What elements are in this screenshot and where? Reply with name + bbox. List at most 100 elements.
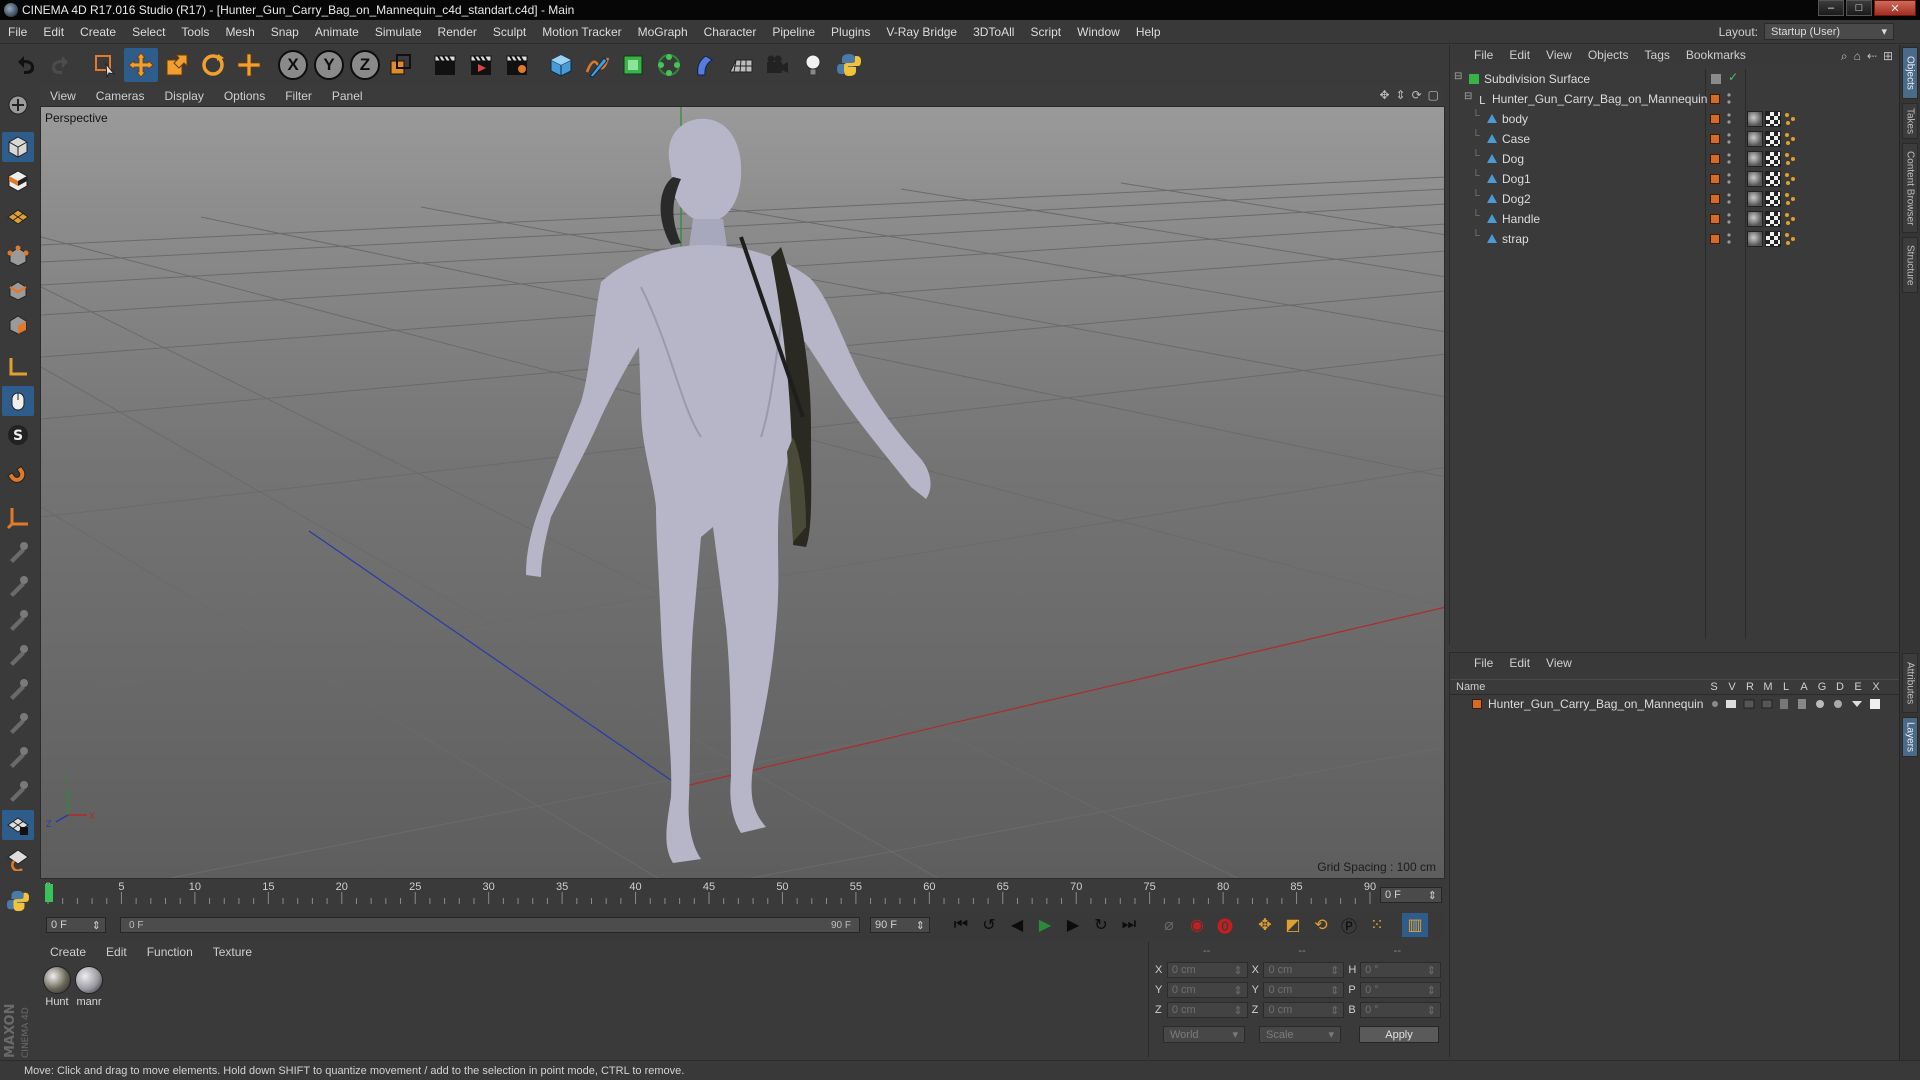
rotation-b-field[interactable]: 0 ° ⇕: [1360, 1002, 1442, 1018]
menu-render[interactable]: Render: [430, 25, 485, 39]
texture-mode-button[interactable]: [2, 166, 34, 196]
search-icon[interactable]: ⌕: [1841, 49, 1848, 64]
close-button[interactable]: ✕: [1874, 0, 1916, 16]
object-row-body[interactable]: └ body: [1450, 109, 1900, 129]
layer-color-swatch[interactable]: [1472, 699, 1482, 709]
column-header-xref[interactable]: X: [1867, 681, 1885, 693]
selection-tag-icon[interactable]: [1783, 111, 1799, 127]
collapse-icon[interactable]: ⊟: [1464, 91, 1472, 102]
enable-axis-button[interactable]: [2, 503, 34, 533]
material-menu-create[interactable]: Create: [40, 945, 96, 959]
viewport-pan-icon[interactable]: ✥: [1379, 88, 1389, 102]
material-tag-icon[interactable]: [1747, 111, 1763, 127]
texture-tag-icon[interactable]: [1765, 151, 1781, 167]
rotate-tool-button[interactable]: [196, 48, 230, 82]
menu-mesh[interactable]: Mesh: [217, 25, 262, 39]
sculpt-tool-1-button[interactable]: [2, 537, 34, 567]
menu-3dtoall[interactable]: 3DToAll: [965, 25, 1022, 39]
previous-frame-button[interactable]: ◀: [1004, 913, 1030, 937]
make-editable-button[interactable]: [2, 90, 34, 120]
visibility-dots-icon[interactable]: [1727, 92, 1731, 106]
subdivision-surface-button[interactable]: [616, 48, 650, 82]
timeline-window-button[interactable]: ▥: [1402, 913, 1428, 937]
render-view-button[interactable]: [428, 48, 462, 82]
object-row-dog1[interactable]: └ Dog1: [1450, 169, 1900, 189]
enable-snap-button[interactable]: [2, 461, 34, 491]
texture-tag-icon[interactable]: [1765, 231, 1781, 247]
perspective-viewport[interactable]: Perspective Y Z X Grid Spacing : 100 cm: [40, 106, 1445, 879]
bend-deformer-button[interactable]: [688, 48, 722, 82]
layer-row[interactable]: Hunter_Gun_Carry_Bag_on_Mannequin: [1450, 695, 1899, 713]
sculpt-mask-button[interactable]: [2, 844, 34, 874]
material-menu-edit[interactable]: Edit: [96, 945, 137, 959]
next-key-button[interactable]: ↻: [1088, 913, 1114, 937]
object-row-strap[interactable]: └ strap: [1450, 229, 1900, 249]
viewport-menu-view[interactable]: View: [40, 89, 86, 103]
array-button[interactable]: [652, 48, 686, 82]
material-tag-icon[interactable]: [1747, 191, 1763, 207]
position-z-field[interactable]: 0 cm ⇕: [1166, 1002, 1248, 1018]
column-header-render[interactable]: R: [1741, 681, 1759, 693]
menu-select[interactable]: Select: [124, 25, 173, 39]
menu-motion-tracker[interactable]: Motion Tracker: [534, 25, 629, 39]
apply-button[interactable]: Apply: [1359, 1026, 1439, 1043]
visibility-dots-icon[interactable]: [1727, 112, 1731, 126]
size-y-field[interactable]: 0 cm ⇕: [1263, 982, 1345, 998]
camera-button[interactable]: [760, 48, 794, 82]
tweak-mode-button[interactable]: [2, 385, 34, 416]
next-frame-button[interactable]: ▶: [1060, 913, 1086, 937]
column-header-expressions[interactable]: E: [1849, 681, 1867, 693]
viewport-menu-panel[interactable]: Panel: [322, 89, 373, 103]
sculpt-tool-4-button[interactable]: [2, 640, 34, 670]
viewport-rotate-icon[interactable]: ⟳: [1412, 88, 1422, 102]
menu-file[interactable]: File: [0, 25, 35, 39]
tab-structure[interactable]: Structure: [1902, 237, 1918, 293]
visibility-dots-icon[interactable]: [1727, 172, 1731, 186]
sculpt-tool-7-button[interactable]: [2, 742, 34, 772]
selection-tag-icon[interactable]: [1783, 131, 1799, 147]
visibility-dots-icon[interactable]: [1727, 152, 1731, 166]
tab-content-browser[interactable]: Content Browser: [1902, 143, 1918, 233]
objects-menu-objects[interactable]: Objects: [1580, 48, 1637, 62]
python-button[interactable]: [832, 48, 866, 82]
menu-sculpt[interactable]: Sculpt: [485, 25, 534, 39]
polygons-mode-button[interactable]: [2, 310, 34, 340]
objects-menu-edit[interactable]: Edit: [1501, 48, 1538, 62]
layer-color-swatch[interactable]: [1710, 134, 1720, 144]
autokey-button[interactable]: ◉: [1184, 913, 1210, 937]
object-row-subdivision-surface[interactable]: ⊟ Subdivision Surface ✓: [1450, 69, 1900, 89]
minimize-button[interactable]: –: [1818, 0, 1844, 16]
column-header-view[interactable]: V: [1723, 681, 1741, 693]
sculpt-tool-3-button[interactable]: [2, 605, 34, 635]
menu-character[interactable]: Character: [696, 25, 765, 39]
keyframe-selection-button[interactable]: ⓿: [1212, 913, 1238, 937]
material-swatch[interactable]: manr: [74, 966, 104, 1008]
layer-color-swatch[interactable]: [1710, 94, 1720, 104]
collapse-icon[interactable]: ⊟: [1454, 71, 1462, 82]
layer-color-swatch[interactable]: [1710, 114, 1720, 124]
go-to-end-button[interactable]: ⏭: [1116, 913, 1142, 937]
menu-mograph[interactable]: MoGraph: [630, 25, 696, 39]
go-to-start-button[interactable]: ⏮: [948, 913, 974, 937]
menu-window[interactable]: Window: [1069, 25, 1128, 39]
menu-snap[interactable]: Snap: [263, 25, 307, 39]
current-frame-field[interactable]: 0 F ⇕: [1380, 887, 1442, 903]
material-swatch[interactable]: Hunt: [42, 966, 72, 1008]
recent-tool-button[interactable]: [232, 48, 266, 82]
sculpt-tool-8-button[interactable]: [2, 776, 34, 806]
object-row-dog2[interactable]: └ Dog2: [1450, 189, 1900, 209]
key-rotation-button[interactable]: ⟲: [1308, 913, 1334, 937]
objects-menu-view[interactable]: View: [1538, 48, 1580, 62]
tab-layers[interactable]: Layers: [1902, 717, 1918, 757]
material-tag-icon[interactable]: [1747, 171, 1763, 187]
menu-edit[interactable]: Edit: [35, 25, 72, 39]
menu-pipeline[interactable]: Pipeline: [764, 25, 823, 39]
floor-button[interactable]: [724, 48, 758, 82]
objects-menu-tags[interactable]: Tags: [1637, 48, 1678, 62]
end-frame-field[interactable]: 90 F ⇕: [870, 917, 930, 933]
menu-plugins[interactable]: Plugins: [823, 25, 878, 39]
texture-tag-icon[interactable]: [1765, 111, 1781, 127]
mannequin-model[interactable]: [526, 118, 931, 863]
viewport-menu-filter[interactable]: Filter: [275, 89, 322, 103]
render-to-picture-viewer-button[interactable]: [464, 48, 498, 82]
